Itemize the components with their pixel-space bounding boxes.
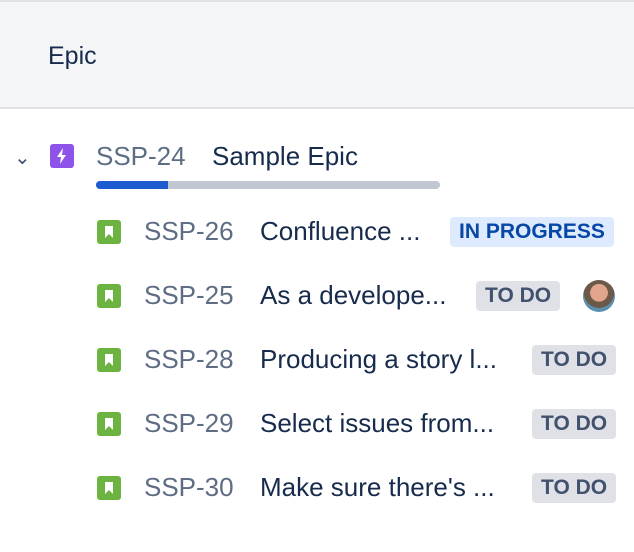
- issue-summary[interactable]: Make sure there's ...: [260, 472, 495, 503]
- issue-key[interactable]: SSP-29: [144, 408, 234, 439]
- issue-summary[interactable]: Producing a story l...: [260, 344, 497, 375]
- issue-row[interactable]: SSP-30 Make sure there's ... TO DO: [0, 472, 634, 552]
- issue-key[interactable]: SSP-28: [144, 344, 234, 375]
- issue-summary[interactable]: As a develope...: [260, 280, 446, 311]
- issue-key[interactable]: SSP-25: [144, 280, 234, 311]
- story-icon: [97, 348, 121, 372]
- epic-key[interactable]: SSP-24: [96, 141, 186, 172]
- story-icon: [97, 284, 121, 308]
- issue-summary[interactable]: Confluence ...: [260, 216, 420, 247]
- epic-lightning-icon: [50, 144, 74, 168]
- issue-key[interactable]: SSP-26: [144, 216, 234, 247]
- epic-summary[interactable]: Sample Epic: [212, 141, 358, 172]
- epic-progress-bar: [96, 181, 440, 189]
- story-icon: [97, 476, 121, 500]
- story-icon: [97, 220, 121, 244]
- status-lozenge: TO DO: [532, 473, 617, 503]
- status-lozenge: TO DO: [476, 281, 561, 311]
- status-lozenge: IN PROGRESS: [450, 217, 614, 247]
- story-icon: [97, 412, 121, 436]
- epic-row[interactable]: ⌄ SSP-24 Sample Epic: [0, 141, 634, 221]
- status-lozenge: TO DO: [532, 409, 617, 439]
- issue-key[interactable]: SSP-30: [144, 472, 234, 503]
- column-header: Epic: [0, 0, 634, 109]
- status-lozenge: TO DO: [532, 345, 617, 375]
- column-header-epic: Epic: [48, 42, 97, 70]
- epic-progress-fill: [96, 181, 169, 189]
- assignee-avatar: [583, 280, 615, 312]
- issue-summary[interactable]: Select issues from...: [260, 408, 494, 439]
- chevron-down-icon[interactable]: ⌄: [14, 145, 31, 170]
